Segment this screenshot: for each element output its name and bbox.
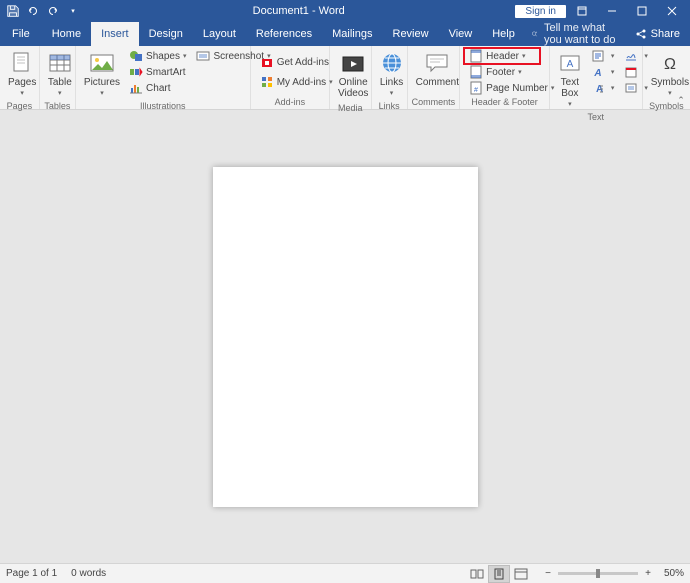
link-icon xyxy=(380,51,404,75)
web-layout-button[interactable] xyxy=(510,565,532,583)
chart-icon xyxy=(129,81,143,95)
maximize-button[interactable] xyxy=(628,0,656,22)
tell-me-search[interactable]: Tell me what you want to do xyxy=(531,22,625,46)
object-icon xyxy=(624,81,638,95)
quick-parts-button[interactable]: ▾ xyxy=(586,48,620,64)
group-addins: Get Add-ins My Add-ins▾ Add-ins xyxy=(251,46,330,109)
close-button[interactable] xyxy=(658,0,686,22)
read-mode-button[interactable] xyxy=(466,565,488,583)
pictures-icon xyxy=(90,51,114,75)
shapes-button[interactable]: Shapes▾ xyxy=(124,48,191,64)
title-bar-right: Sign in xyxy=(515,0,686,22)
view-buttons xyxy=(466,565,532,583)
get-addins-button[interactable]: Get Add-ins xyxy=(255,52,338,72)
my-addins-icon xyxy=(260,75,274,89)
tab-layout[interactable]: Layout xyxy=(193,22,246,46)
group-text: A Text Box ▾ ▾ A▾ A▾ ▾ ▾ Text xyxy=(550,46,643,109)
text-box-button[interactable]: A Text Box ▾ xyxy=(554,48,586,111)
qat-customize-icon[interactable]: ▾ xyxy=(64,2,82,20)
redo-icon[interactable] xyxy=(44,2,62,20)
sign-in-button[interactable]: Sign in xyxy=(515,5,566,18)
pages-icon xyxy=(10,51,34,75)
tab-design[interactable]: Design xyxy=(139,22,193,46)
tab-insert[interactable]: Insert xyxy=(91,22,139,46)
quick-access-toolbar: ▾ xyxy=(4,2,82,20)
tab-home[interactable]: Home xyxy=(42,22,91,46)
zoom-slider[interactable] xyxy=(558,572,638,575)
tab-help[interactable]: Help xyxy=(482,22,525,46)
status-bar: Page 1 of 1 0 words − + 50% xyxy=(0,563,690,583)
signature-icon xyxy=(624,49,638,63)
zoom-value[interactable]: 50% xyxy=(664,568,684,579)
undo-icon[interactable] xyxy=(24,2,42,20)
minimize-button[interactable] xyxy=(598,0,626,22)
ribbon: Pages ▾ Pages Table ▾ Tables Pictures ▾ xyxy=(0,46,690,110)
table-icon xyxy=(48,51,72,75)
share-button[interactable]: Share xyxy=(625,22,690,46)
tab-view[interactable]: View xyxy=(439,22,483,46)
smartart-icon xyxy=(129,65,143,79)
tab-references[interactable]: References xyxy=(246,22,322,46)
ribbon-tabs: File HomeInsertDesignLayoutReferencesMai… xyxy=(0,22,690,46)
shapes-icon xyxy=(129,49,143,63)
screenshot-icon xyxy=(196,49,210,63)
save-icon[interactable] xyxy=(4,2,22,20)
wordart-icon: A xyxy=(591,65,605,79)
comment-icon xyxy=(425,51,449,75)
tab-mailings[interactable]: Mailings xyxy=(322,22,382,46)
share-label: Share xyxy=(651,28,680,40)
group-header-footer: Header▾ Footer▾ # Page Number▾ Header & … xyxy=(460,46,550,109)
zoom-out-button[interactable]: − xyxy=(542,568,554,579)
smartart-button[interactable]: SmartArt xyxy=(124,64,191,80)
print-layout-button[interactable] xyxy=(488,565,510,583)
group-comments: Comment Comments xyxy=(408,46,461,109)
svg-text:Ω: Ω xyxy=(664,56,676,73)
table-button[interactable]: Table ▾ xyxy=(44,48,76,100)
title-bar: ▾ Document1 - Word Sign in xyxy=(0,0,690,22)
drop-cap-button[interactable]: A▾ xyxy=(586,80,620,96)
pages-button[interactable]: Pages ▾ xyxy=(4,48,40,100)
zoom-in-button[interactable]: + xyxy=(642,568,654,579)
document-page[interactable] xyxy=(213,167,478,507)
collapse-ribbon-button[interactable]: ⌃ xyxy=(674,93,688,107)
date-icon xyxy=(624,65,638,79)
tab-file[interactable]: File xyxy=(0,22,42,46)
status-word-count[interactable]: 0 words xyxy=(71,568,106,579)
group-media: Online Videos Media xyxy=(330,46,372,109)
header-button[interactable]: Header▾ xyxy=(464,48,540,64)
quick-parts-icon xyxy=(591,49,605,63)
group-tables: Table ▾ Tables xyxy=(40,46,76,109)
my-addins-button[interactable]: My Add-ins▾ xyxy=(255,72,338,92)
tell-me-label: Tell me what you want to do xyxy=(544,22,625,46)
online-videos-button[interactable]: Online Videos xyxy=(334,48,372,102)
video-icon xyxy=(341,51,365,75)
omega-icon: Ω xyxy=(658,51,682,75)
ribbon-display-options-icon[interactable] xyxy=(568,0,596,22)
footer-button[interactable]: Footer▾ xyxy=(464,64,559,80)
page-number-button[interactable]: # Page Number▾ xyxy=(464,80,559,96)
document-title: Document1 - Word xyxy=(82,5,515,17)
svg-text:#: # xyxy=(474,87,478,94)
svg-text:A: A xyxy=(566,59,573,70)
chart-button[interactable]: Chart xyxy=(124,80,191,96)
page-number-icon: # xyxy=(469,81,483,95)
header-icon xyxy=(469,49,483,63)
store-icon xyxy=(260,55,274,69)
text-box-icon: A xyxy=(558,51,582,75)
links-button[interactable]: Links ▾ xyxy=(376,48,408,100)
footer-icon xyxy=(469,65,483,79)
group-pages: Pages ▾ Pages xyxy=(0,46,40,109)
zoom-control: − + 50% xyxy=(542,568,684,579)
drop-cap-icon: A xyxy=(591,81,605,95)
wordart-button[interactable]: A▾ xyxy=(586,64,620,80)
svg-text:A: A xyxy=(593,68,601,78)
comment-button[interactable]: Comment xyxy=(412,48,463,91)
group-illustrations: Pictures ▾ Shapes▾ SmartArt Chart xyxy=(76,46,251,109)
document-canvas[interactable] xyxy=(0,110,690,563)
pictures-button[interactable]: Pictures ▾ xyxy=(80,48,124,100)
group-links: Links ▾ Links xyxy=(372,46,408,109)
tab-review[interactable]: Review xyxy=(383,22,439,46)
status-page[interactable]: Page 1 of 1 xyxy=(6,568,57,579)
